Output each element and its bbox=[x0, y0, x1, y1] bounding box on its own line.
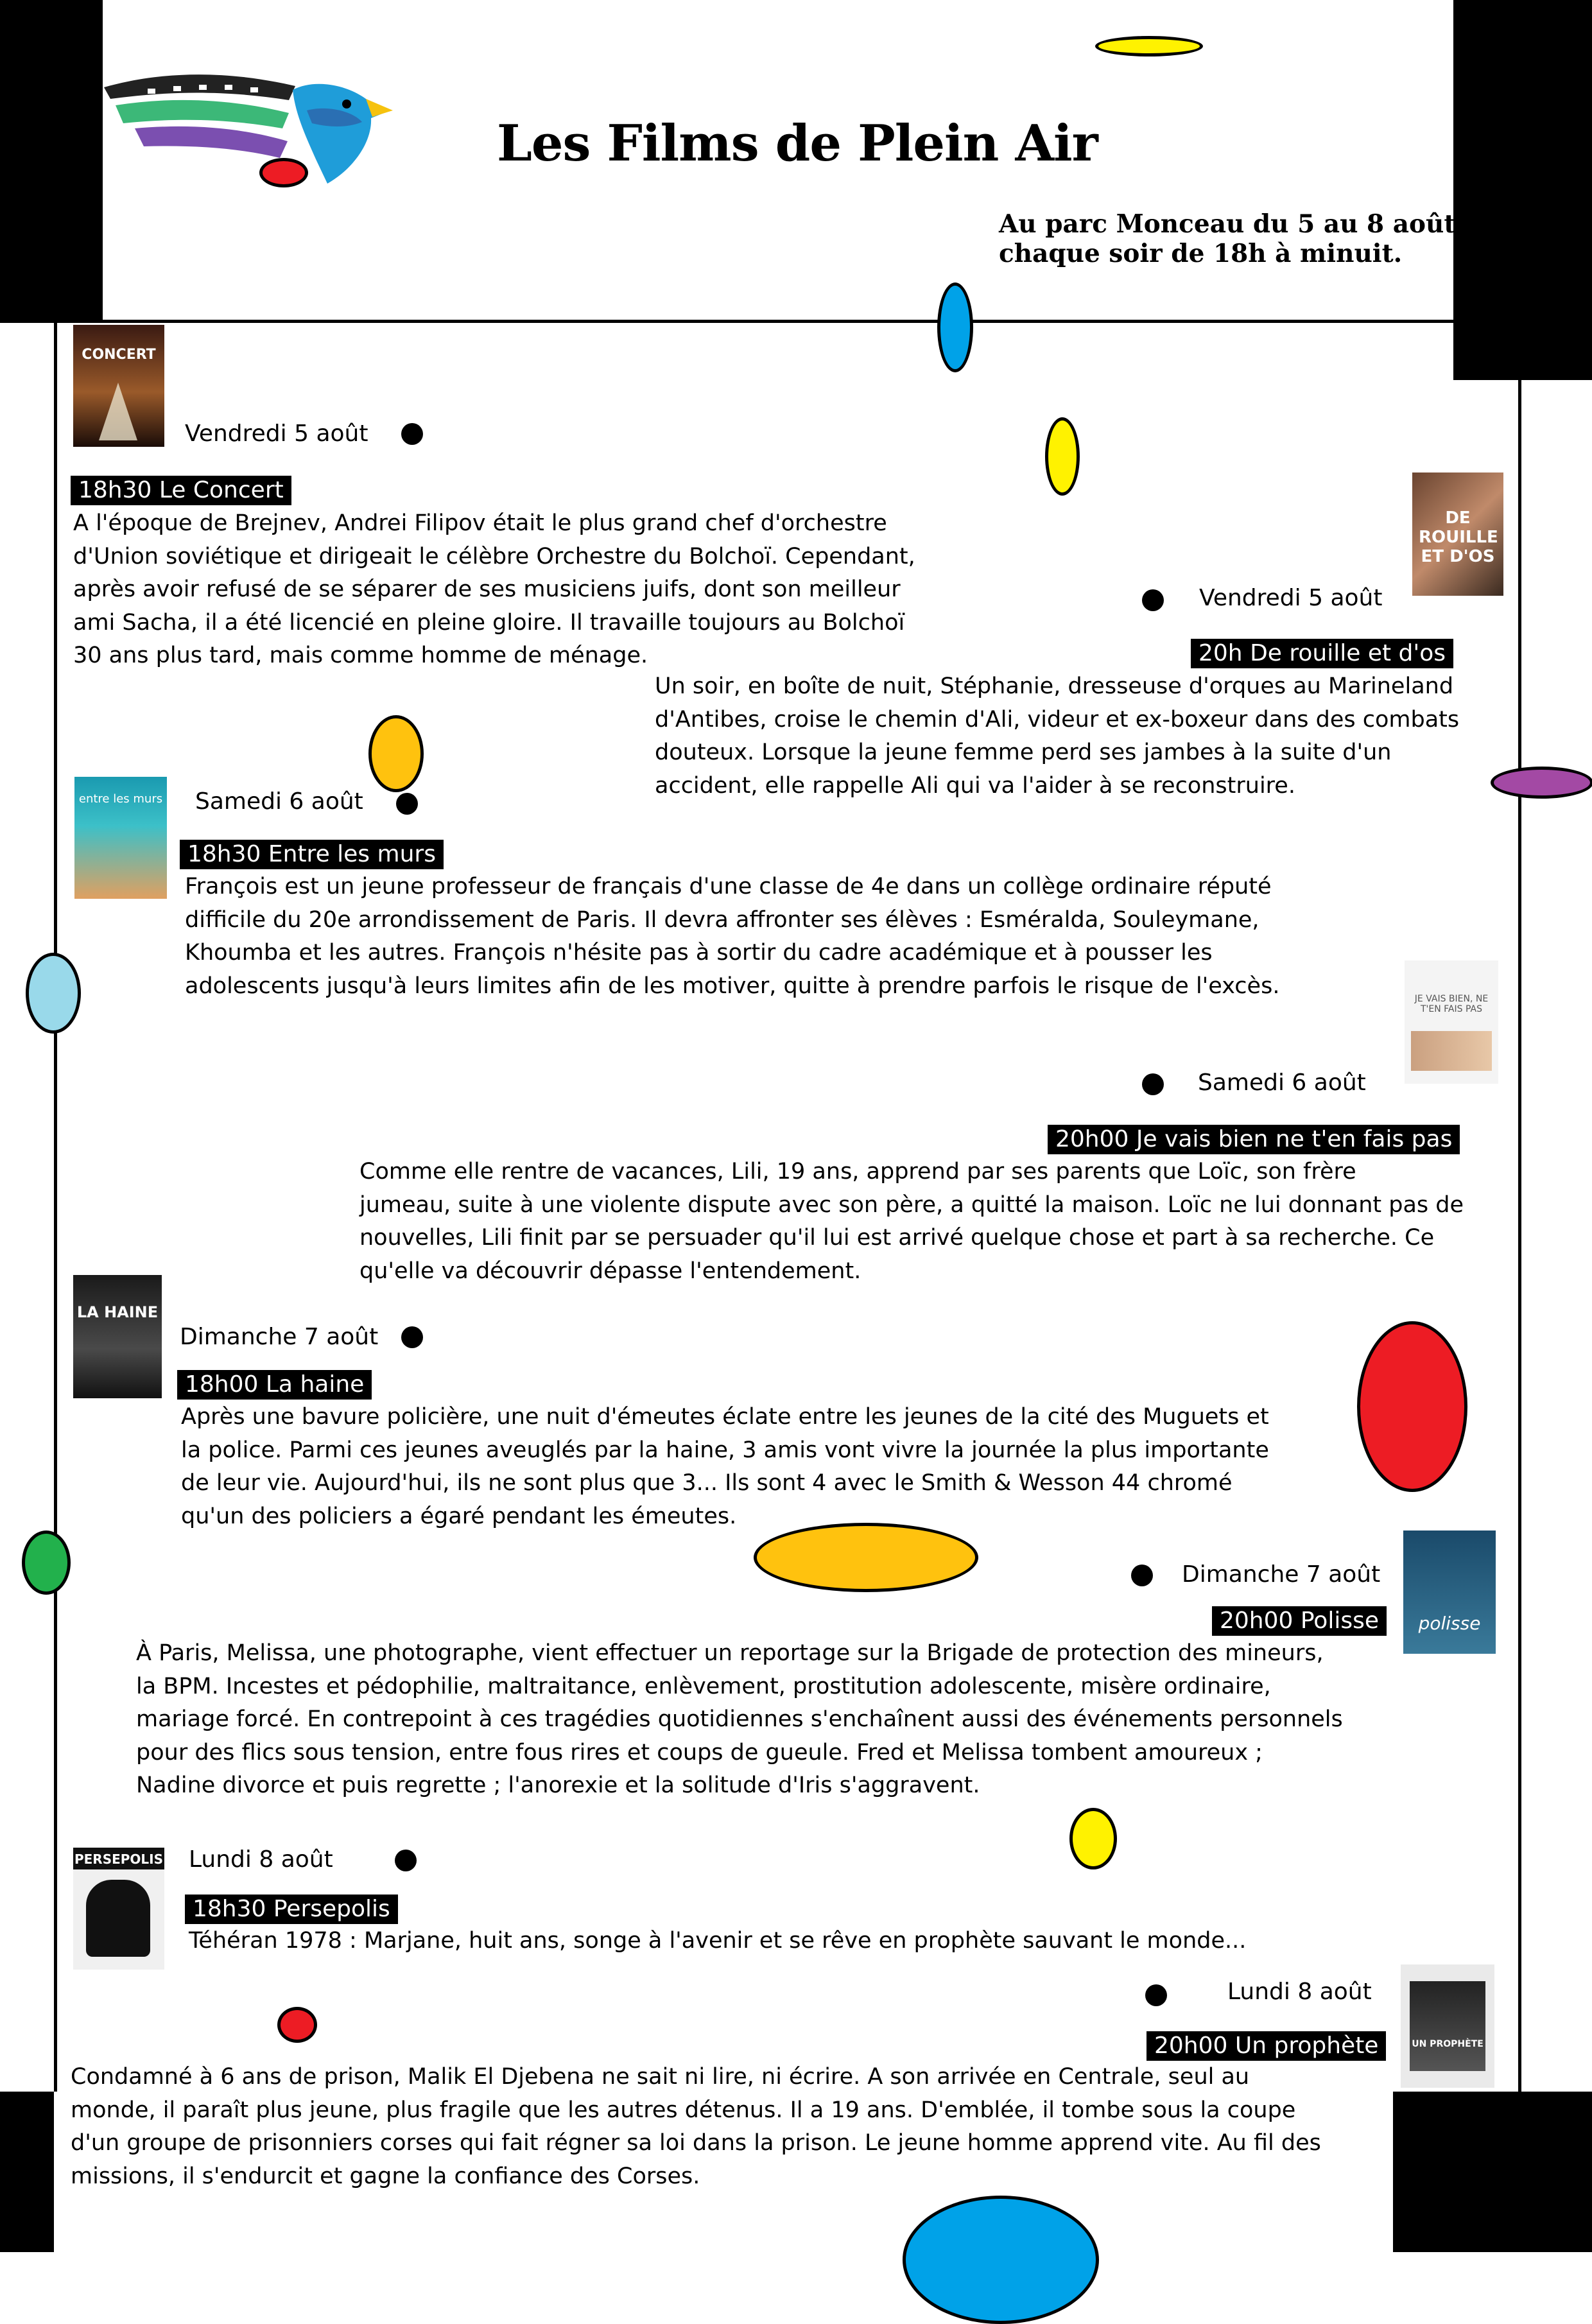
date-bullet bbox=[401, 423, 423, 445]
poster-persepolis: PERSEPOLIS bbox=[73, 1848, 164, 1970]
film-synopsis: Après une bavure policière, une nuit d'é… bbox=[181, 1404, 1269, 1529]
black-block-top-right bbox=[1453, 0, 1592, 380]
film-title: 20h De rouille et d'os bbox=[1191, 639, 1454, 668]
purple-ellipse bbox=[1491, 767, 1592, 799]
screening-date: Lundi 8 août bbox=[1227, 1979, 1372, 2005]
gold-ellipse bbox=[368, 715, 424, 792]
yellow-ellipse bbox=[1045, 417, 1080, 496]
lightblue-ellipse bbox=[26, 953, 81, 1034]
date-bullet bbox=[396, 793, 418, 815]
red-ellipse bbox=[259, 158, 308, 187]
film-synopsis: À Paris, Melissa, une photographe, vient… bbox=[136, 1640, 1343, 1798]
date-bullet bbox=[1142, 589, 1164, 611]
page-title: Les Films de Plein Air bbox=[497, 114, 1098, 173]
screening-date: Lundi 8 août bbox=[189, 1846, 333, 1873]
film-synopsis: Comme elle rentre de vacances, Lili, 19 … bbox=[359, 1159, 1464, 1284]
yellow-ellipse bbox=[1095, 36, 1203, 56]
film-title: 20h00 Je vais bien ne t'en fais pas bbox=[1048, 1125, 1460, 1154]
blue-ellipse bbox=[903, 2196, 1099, 2324]
poster-de-rouille-et-dos: DE ROUILLE ET D'OS bbox=[1412, 473, 1503, 596]
screening-date: Samedi 6 août bbox=[195, 788, 363, 815]
red-ellipse bbox=[277, 2007, 317, 2043]
film-title: 20h00 Polisse bbox=[1212, 1606, 1387, 1636]
film-title: 18h30 Le Concert bbox=[71, 476, 291, 505]
page-subtitle: Au parc Monceau du 5 au 8 août, chaque s… bbox=[999, 209, 1464, 268]
film-synopsis: Condamné à 6 ans de prison, Malik El Dje… bbox=[71, 2064, 1321, 2189]
date-bullet bbox=[1145, 1984, 1167, 2006]
film-title: 20h00 Un prophète bbox=[1146, 2031, 1387, 2061]
film-synopsis: François est un jeune professeur de fran… bbox=[185, 874, 1280, 999]
film-title: 18h30 Persepolis bbox=[185, 1895, 398, 1924]
left-border-line bbox=[54, 322, 57, 2092]
poster-un-prophete: UN PROPHÈTE bbox=[1401, 1964, 1494, 2088]
black-block-bottom-right bbox=[1393, 2092, 1592, 2252]
gold-ellipse bbox=[754, 1523, 978, 1592]
black-block-top-left bbox=[0, 0, 103, 322]
date-bullet bbox=[1142, 1073, 1164, 1095]
screening-date: Dimanche 7 août bbox=[1182, 1561, 1381, 1588]
poster-entre-les-murs: entre les murs bbox=[74, 777, 167, 899]
poster-polisse: polisse bbox=[1403, 1531, 1496, 1654]
film-title: 18h30 Entre les murs bbox=[180, 840, 444, 869]
date-bullet bbox=[401, 1326, 423, 1348]
poster-le-concert: CONCERT bbox=[73, 325, 164, 447]
black-block-bottom-left bbox=[0, 2092, 54, 2252]
blue-ellipse bbox=[937, 282, 973, 372]
date-bullet bbox=[1131, 1565, 1153, 1586]
subtitle-line-2: chaque soir de 18h à minuit. bbox=[999, 239, 1403, 268]
header-divider bbox=[0, 320, 1453, 323]
red-ellipse bbox=[1357, 1321, 1467, 1492]
screening-date: Vendredi 5 août bbox=[185, 421, 368, 447]
yellow-ellipse bbox=[1069, 1808, 1117, 1869]
green-ellipse bbox=[22, 1531, 71, 1595]
film-synopsis: Téhéran 1978 : Marjane, huit ans, songe … bbox=[189, 1928, 1247, 1954]
subtitle-line-1: Au parc Monceau du 5 au 8 août, bbox=[999, 209, 1464, 239]
screening-date: Samedi 6 août bbox=[1198, 1070, 1366, 1096]
date-bullet bbox=[395, 1850, 417, 1871]
poster-la-haine: LA HAINE bbox=[73, 1275, 162, 1398]
film-title: 18h00 La haine bbox=[177, 1370, 372, 1400]
screening-date: Dimanche 7 août bbox=[180, 1324, 379, 1350]
screening-date: Vendredi 5 août bbox=[1199, 585, 1383, 611]
film-synopsis: A l'époque de Brejnev, Andrei Filipov ét… bbox=[73, 510, 915, 668]
film-synopsis: Un soir, en boîte de nuit, Stéphanie, dr… bbox=[655, 673, 1460, 799]
eagle-logo bbox=[103, 51, 404, 199]
poster-je-vais-bien: JE VAIS BIEN, NE T'EN FAIS PAS bbox=[1405, 960, 1498, 1084]
right-border-line bbox=[1518, 380, 1521, 2092]
